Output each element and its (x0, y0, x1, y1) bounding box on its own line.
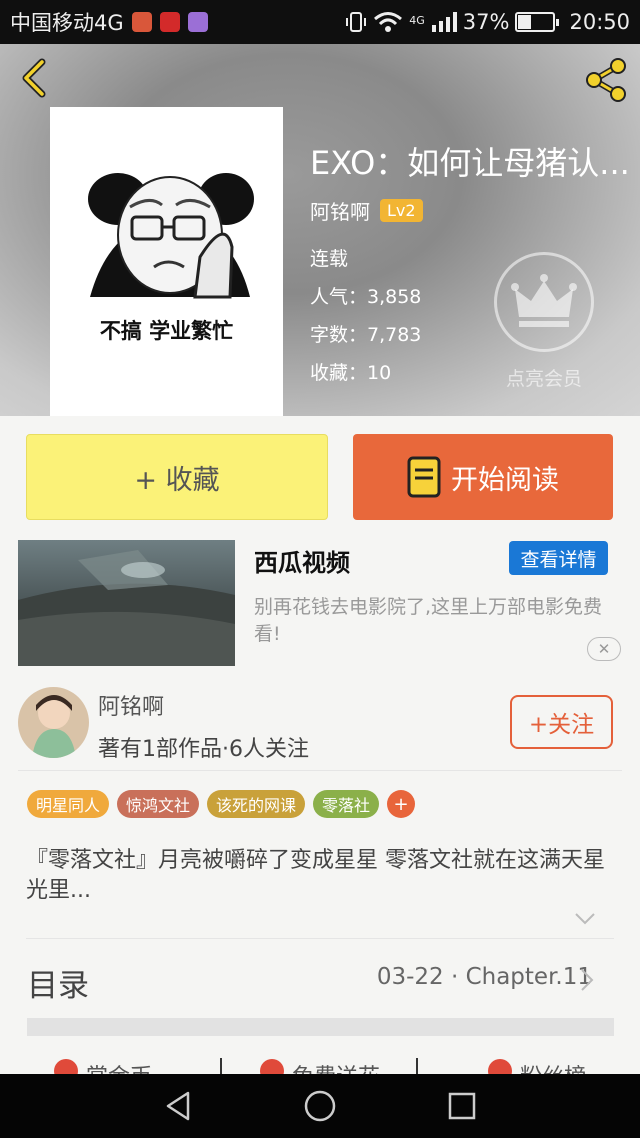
share-icon[interactable] (582, 56, 630, 104)
battery-icon (515, 12, 560, 32)
wifi-icon (374, 12, 403, 32)
back-triangle-icon[interactable] (162, 1090, 194, 1122)
ad-thumbnail[interactable] (18, 540, 235, 666)
book-cover[interactable]: 不搞 学业繁忙 (50, 107, 283, 416)
word-count: 字数：7,783 (310, 324, 422, 346)
carrier-label: 中国移动4G (10, 11, 124, 35)
ad-details-button[interactable]: 查看详情 (509, 541, 608, 575)
tip-coins-label: 赏金币 (86, 1059, 152, 1075)
bottom-action-tabs: 赏金币 免费送花 粉丝榜 (0, 1055, 640, 1075)
book-header: 不搞 学业繁忙 EXO：如何让母猪认... 阿铭啊 Lv2 连载 人气：3,85… (0, 44, 640, 416)
chevron-down-icon[interactable] (574, 912, 596, 926)
divider (18, 770, 622, 771)
start-reading-button[interactable]: 开始阅读 (353, 434, 613, 520)
send-flower-tab[interactable]: 免费送花 (259, 1055, 380, 1075)
book-title: EXO：如何让母猪认... (310, 144, 630, 182)
author-name[interactable]: 阿铭啊 (310, 196, 370, 225)
add-favorite-label: + 收藏 (134, 464, 220, 496)
status-bar: 中国移动4G 4G 37% 20:50 (0, 0, 640, 44)
recent-apps-icon[interactable] (447, 1091, 477, 1121)
coin-icon (53, 1059, 78, 1075)
section-separator (27, 1018, 614, 1036)
divider (220, 1058, 222, 1074)
tip-coins-tab[interactable]: 赏金币 (53, 1055, 152, 1075)
popularity: 人气：3,858 (310, 286, 422, 308)
vibrate-icon (346, 12, 367, 32)
network-type: 4G (409, 14, 425, 27)
author-row[interactable]: 阿铭啊 Lv2 (310, 196, 423, 225)
add-favorite-button[interactable]: + 收藏 (26, 434, 328, 520)
toc-label[interactable]: 目录 (27, 960, 89, 1005)
panda-meme-illustration (88, 173, 254, 299)
back-arrow-icon[interactable] (14, 58, 54, 98)
signal-icon (431, 12, 457, 32)
trophy-icon (487, 1059, 512, 1075)
tag-item[interactable]: 该死的网课 (207, 790, 306, 818)
fan-rank-tab[interactable]: 粉丝榜 (487, 1055, 586, 1075)
book-status: 连载 (310, 248, 349, 270)
avatar-image (18, 687, 89, 758)
start-reading-label: 开始阅读 (451, 464, 559, 496)
add-tag-button[interactable]: + (387, 790, 416, 818)
tag-item[interactable]: 惊鸿文社 (117, 790, 200, 818)
divider (416, 1058, 418, 1074)
favorites-count: 收藏：10 (310, 362, 392, 384)
tag-item[interactable]: 明星同人 (27, 790, 110, 818)
level-badge: Lv2 (380, 199, 423, 222)
clock: 20:50 (569, 10, 630, 34)
app-notification-icon (131, 12, 152, 32)
divider (26, 938, 614, 939)
author-avatar[interactable] (18, 687, 89, 758)
tag-item[interactable]: 零落社 (313, 790, 380, 818)
fan-rank-label: 粉丝榜 (520, 1059, 586, 1075)
home-circle-icon[interactable] (303, 1089, 337, 1123)
heart-app-icon (159, 12, 180, 32)
ad-title[interactable]: 西瓜视频 (254, 543, 350, 578)
ad-close-button[interactable]: ✕ (587, 637, 621, 661)
battery-percent: 37% (462, 10, 510, 34)
ad-description[interactable]: 别再花钱去电影院了,这里上万部电影免费看! (254, 594, 614, 648)
book-description[interactable]: 『零落文社』月亮被嚼碎了变成星星 零落文社就在这满天星光里... (26, 846, 616, 906)
book-icon (407, 456, 441, 498)
vip-button[interactable] (494, 252, 594, 352)
cover-caption: 不搞 学业繁忙 (99, 319, 234, 343)
vip-label: 点亮会员 (505, 368, 582, 390)
crown-icon (511, 274, 577, 327)
flower-icon (259, 1059, 284, 1075)
ad-image (18, 540, 235, 666)
chevron-right-icon[interactable] (580, 968, 594, 992)
author-stats: 著有1部作品·6人关注 (98, 737, 309, 762)
system-navigation-bar (0, 1074, 640, 1138)
tag-list: 明星同人 惊鸿文社 该死的网课 零落社 + (27, 790, 416, 818)
gallery-app-icon (187, 12, 208, 32)
follow-button[interactable]: +关注 (510, 695, 613, 749)
send-flower-label: 免费送花 (292, 1059, 380, 1075)
author-card-name[interactable]: 阿铭啊 (98, 689, 164, 721)
toc-latest-chapter[interactable]: 03-22 · Chapter.11 (377, 964, 592, 990)
